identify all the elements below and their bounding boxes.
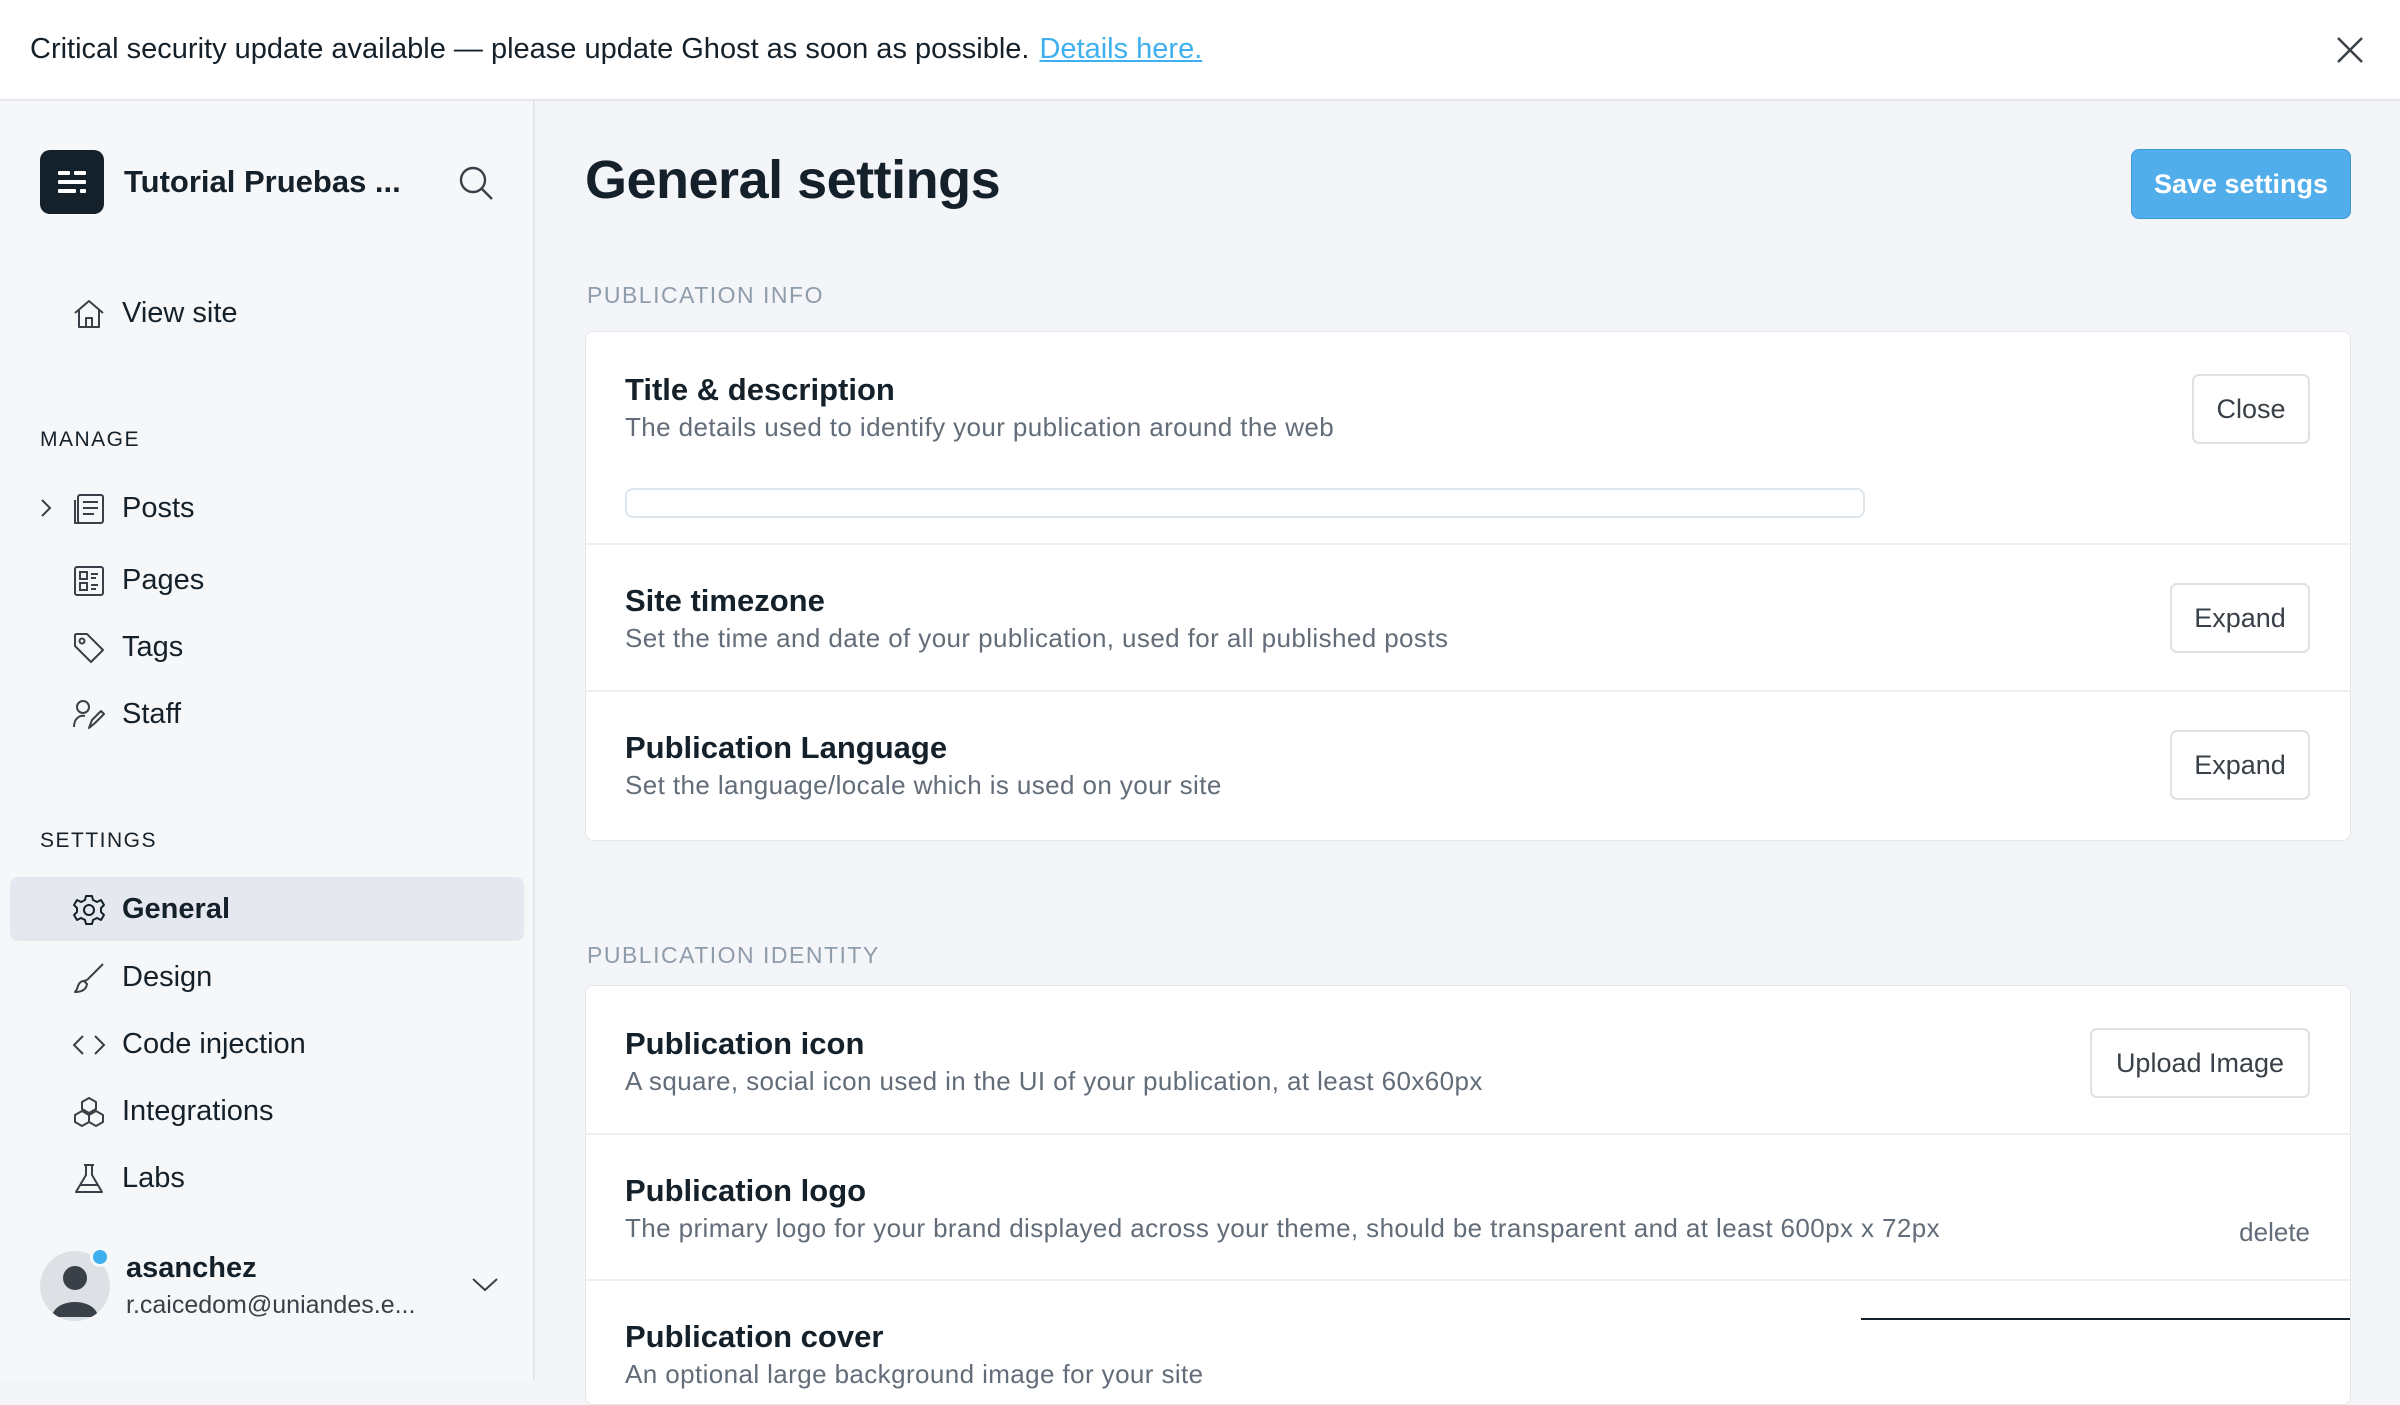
site-logo-icon	[40, 150, 104, 214]
flask-icon	[75, 1164, 103, 1193]
nav-tags[interactable]: Tags	[10, 615, 524, 679]
nav-view-site[interactable]: View site	[10, 281, 524, 345]
site-name: Tutorial Pruebas ...	[124, 164, 401, 199]
site-title-input[interactable]	[625, 488, 1865, 518]
publication-cover-title: Publication cover	[625, 1319, 884, 1354]
nav-code-injection[interactable]: Code injection	[10, 1012, 524, 1076]
publication-identity-card: Publication icon A square, social icon u…	[585, 985, 2351, 1405]
nav-pages-label: Pages	[122, 563, 205, 596]
publication-logo-title: Publication logo	[625, 1173, 867, 1208]
nav-posts[interactable]: Posts	[10, 476, 524, 540]
expand-language-button[interactable]: Expand	[2170, 730, 2310, 800]
page-title: General settings	[585, 150, 1001, 210]
banner-details-link[interactable]: Details here.	[1039, 33, 1202, 66]
banner-message: Critical security update available — ple…	[30, 33, 1030, 65]
expand-timezone-button[interactable]: Expand	[2170, 583, 2310, 653]
save-settings-button[interactable]: Save settings	[2131, 149, 2351, 219]
site-brand[interactable]: Tutorial Pruebas ...	[40, 150, 401, 214]
main-content: General settings Save settings PUBLICATI…	[537, 101, 2400, 1405]
title-description-desc: The details used to identify your public…	[625, 412, 1335, 442]
posts-icon	[74, 494, 104, 524]
publication-language-desc: Set the language/locale which is used on…	[625, 770, 1222, 800]
nav-labs-label: Labs	[122, 1161, 185, 1194]
notification-dot	[90, 1246, 110, 1267]
publication-info-card: Title & description The details used to …	[585, 331, 2351, 841]
site-timezone-title: Site timezone	[625, 583, 825, 618]
pages-icon	[74, 566, 104, 596]
nav-general[interactable]: General	[10, 877, 524, 941]
staff-icon	[73, 700, 105, 729]
user-name: asanchez	[126, 1251, 257, 1284]
nav-integrations-label: Integrations	[122, 1094, 274, 1127]
user-menu[interactable]: asanchez r.caicedom@uniandes.e...	[40, 1246, 500, 1323]
title-description-row: Title & description The details used to …	[586, 332, 2350, 545]
cover-image-placeholder[interactable]	[1861, 1318, 2350, 1320]
delete-logo-link[interactable]: delete	[2239, 1217, 2310, 1248]
publication-icon-title: Publication icon	[625, 1026, 865, 1061]
nav-view-site-label: View site	[122, 296, 238, 329]
close-button[interactable]: Close	[2192, 374, 2310, 444]
security-update-banner: Critical security update available — ple…	[0, 0, 2400, 101]
publication-icon-desc: A square, social icon used in the UI of …	[625, 1066, 1483, 1096]
site-timezone-row: Site timezone Set the time and date of y…	[586, 545, 2350, 692]
nav-pages[interactable]: Pages	[10, 548, 524, 612]
manage-section-label: MANAGE	[40, 428, 141, 451]
integrations-icon	[74, 1097, 104, 1127]
close-icon[interactable]	[2330, 30, 2370, 70]
user-email: r.caicedom@uniandes.e...	[126, 1290, 416, 1319]
nav-labs[interactable]: Labs	[10, 1146, 524, 1210]
nav-design-label: Design	[122, 960, 213, 993]
brush-icon	[74, 963, 104, 993]
site-timezone-desc: Set the time and date of your publicatio…	[625, 623, 1449, 653]
publication-logo-row: Publication logo The primary logo for yo…	[586, 1135, 2350, 1281]
search-icon[interactable]	[456, 163, 496, 203]
gear-icon	[73, 895, 105, 925]
nav-staff[interactable]: Staff	[10, 682, 524, 746]
nav-general-label: General	[122, 892, 230, 925]
sidebar: Tutorial Pruebas ... View site MANAGE Po…	[0, 101, 535, 1380]
publication-cover-desc: An optional large background image for y…	[625, 1359, 1204, 1389]
publication-icon-row: Publication icon A square, social icon u…	[586, 986, 2350, 1135]
nav-staff-label: Staff	[122, 697, 182, 730]
publication-logo-desc: The primary logo for your brand displaye…	[625, 1213, 1941, 1243]
code-icon	[72, 1035, 106, 1055]
chevron-down-icon[interactable]	[470, 1272, 500, 1296]
publication-language-title: Publication Language	[625, 730, 948, 765]
publication-language-row: Publication Language Set the language/lo…	[586, 692, 2350, 840]
publication-identity-label: PUBLICATION IDENTITY	[587, 942, 880, 968]
nav-integrations[interactable]: Integrations	[10, 1079, 524, 1143]
nav-posts-label: Posts	[122, 491, 195, 524]
publication-cover-row: Publication cover An optional large back…	[586, 1281, 2350, 1404]
upload-image-button[interactable]: Upload Image	[2090, 1028, 2310, 1098]
tag-icon	[74, 633, 104, 663]
nav-code-injection-label: Code injection	[122, 1027, 306, 1060]
nav-design[interactable]: Design	[10, 945, 524, 1009]
home-icon	[74, 300, 104, 328]
title-description-title: Title & description	[625, 372, 895, 407]
nav-tags-label: Tags	[122, 630, 184, 663]
settings-section-label: SETTINGS	[40, 829, 158, 852]
publication-info-label: PUBLICATION INFO	[587, 282, 824, 308]
